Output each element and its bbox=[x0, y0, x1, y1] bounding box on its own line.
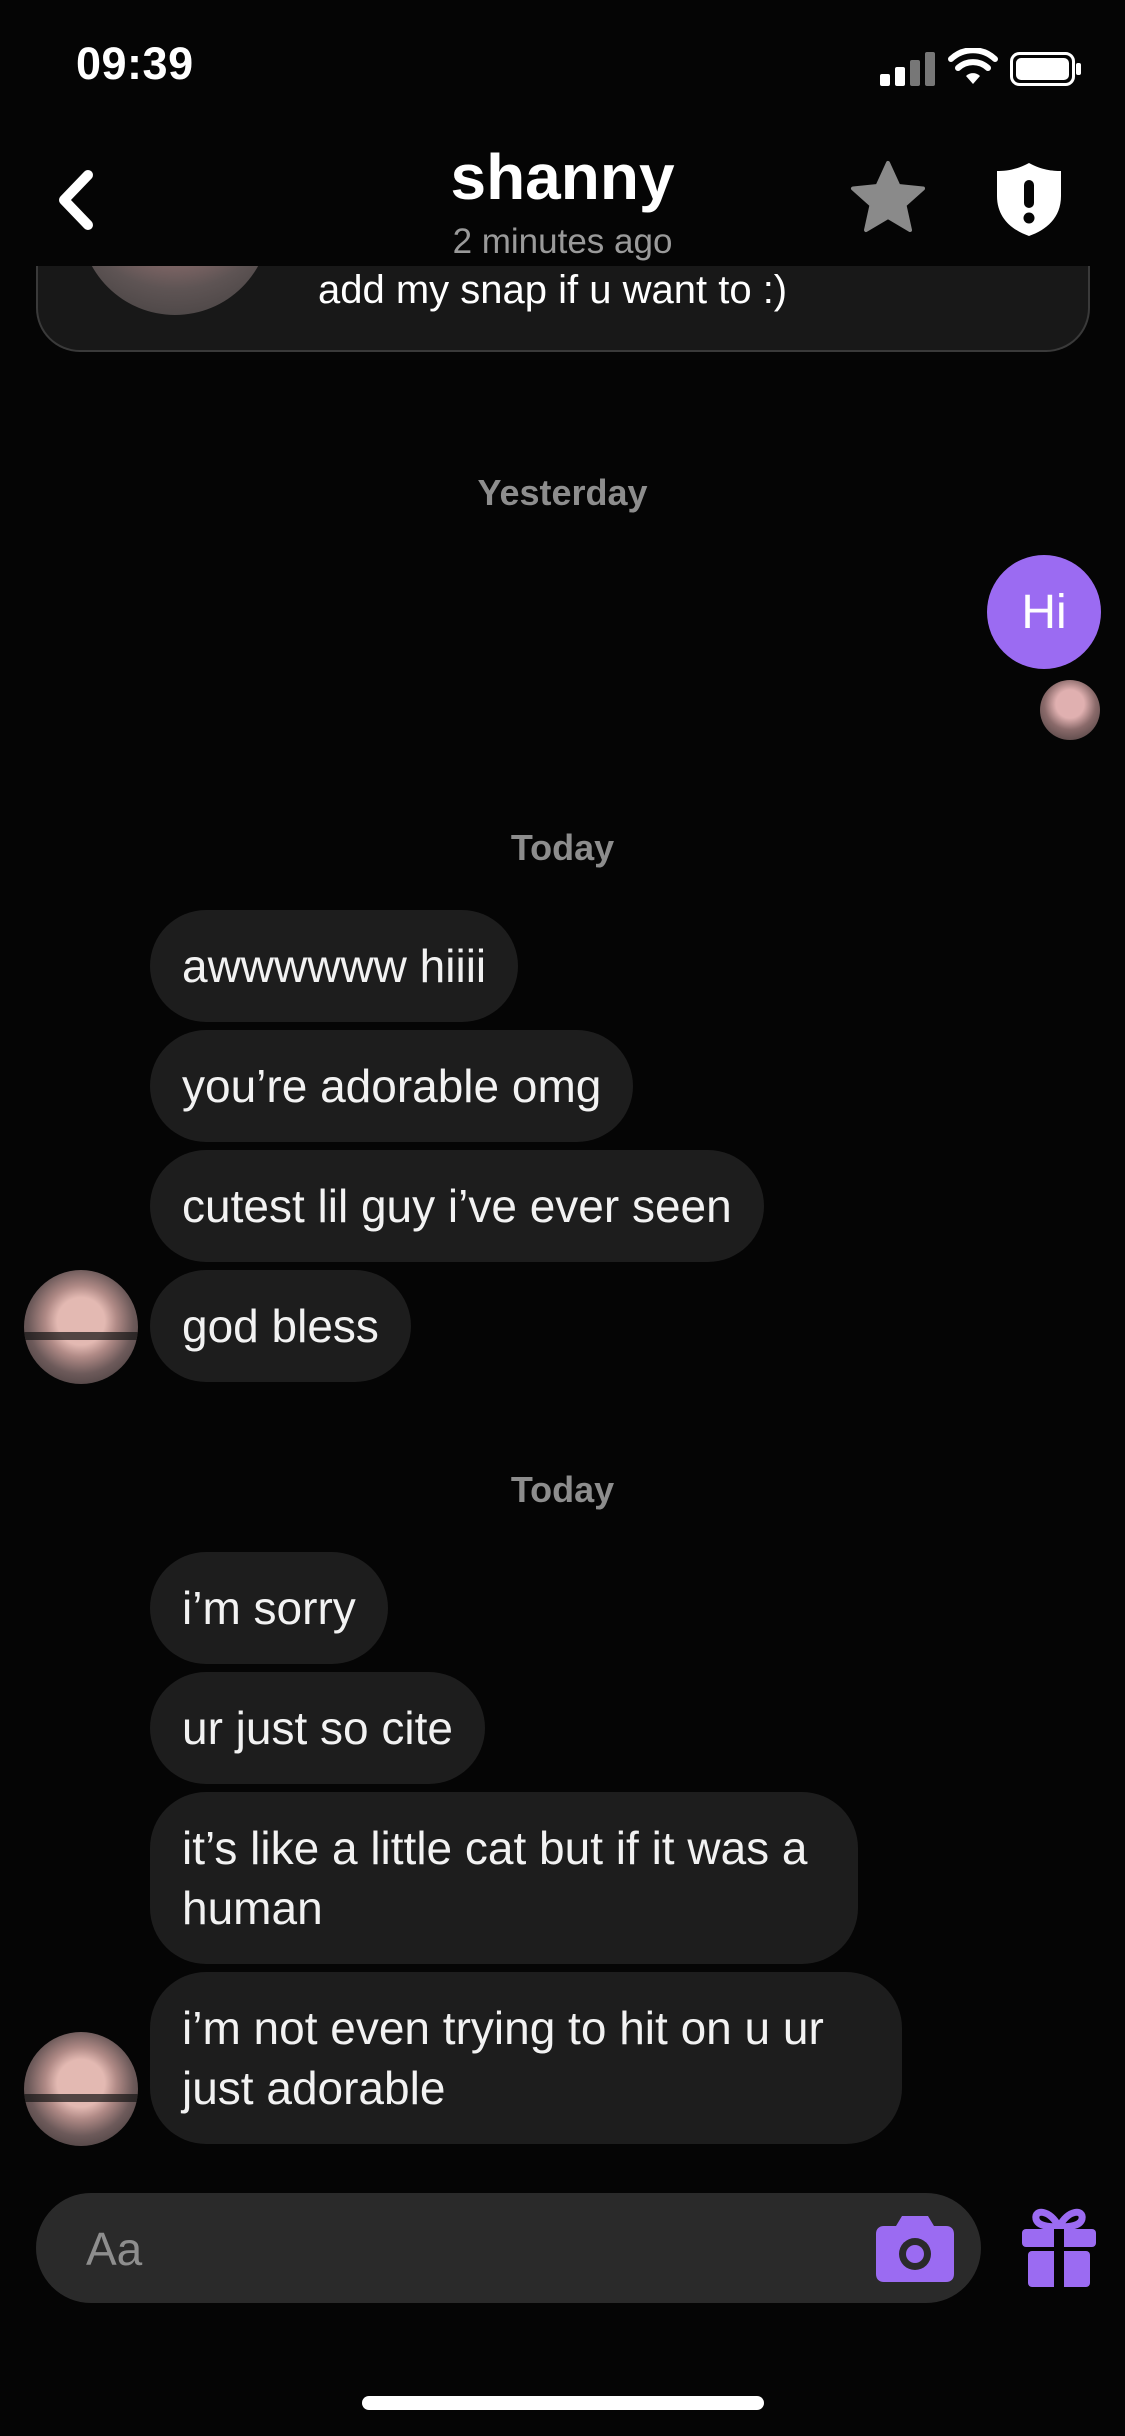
date-separator: Today bbox=[510, 1469, 615, 1510]
battery-icon bbox=[1010, 52, 1081, 86]
incoming-message-bubble[interactable]: cutest lil guy i’ve ever seen bbox=[150, 1150, 764, 1262]
read-receipt-avatar bbox=[1040, 680, 1100, 740]
message-text: awwwwww hiiii bbox=[182, 940, 487, 992]
star-icon[interactable] bbox=[848, 158, 928, 238]
status-time: 09:39 bbox=[76, 38, 194, 89]
message-text: you’re adorable omg bbox=[182, 1060, 602, 1112]
incoming-message-bubble[interactable]: awwwwww hiiii bbox=[150, 910, 519, 1022]
outgoing-message-bubble[interactable]: Hi bbox=[987, 555, 1101, 669]
message-text: it’s like a little cat but if it was a h… bbox=[182, 1822, 808, 1934]
camera-icon[interactable] bbox=[874, 2212, 956, 2284]
message-text: cutest lil guy i’ve ever seen bbox=[182, 1180, 732, 1232]
incoming-message-bubble[interactable]: god bless bbox=[150, 1270, 411, 1382]
date-separator: Yesterday bbox=[477, 472, 648, 513]
message-input[interactable] bbox=[84, 2193, 868, 2305]
incoming-message-bubble[interactable]: i’m sorry bbox=[150, 1552, 388, 1664]
date-separator: Today bbox=[510, 827, 615, 868]
contact-name[interactable]: shanny bbox=[0, 140, 1125, 214]
message-text: Hi bbox=[1021, 585, 1067, 639]
incoming-message-bubble[interactable]: you’re adorable omg bbox=[150, 1030, 634, 1142]
incoming-message-bubble[interactable]: ur just so cite bbox=[150, 1672, 485, 1784]
message-composer bbox=[36, 2193, 981, 2305]
home-indicator[interactable] bbox=[362, 2396, 764, 2410]
bio-text: add my snap if u want to :) bbox=[318, 268, 788, 312]
message-text: i’m not even trying to hit on u ur just … bbox=[182, 2002, 824, 2114]
incoming-message-bubble[interactable]: it’s like a little cat but if it was a h… bbox=[150, 1792, 858, 1964]
contact-avatar[interactable] bbox=[24, 2032, 138, 2146]
message-text: god bless bbox=[182, 1300, 379, 1352]
shield-alert-icon[interactable] bbox=[994, 160, 1064, 238]
message-text: i’m sorry bbox=[182, 1582, 356, 1634]
wifi-icon bbox=[948, 48, 998, 84]
gift-icon[interactable] bbox=[1020, 2205, 1098, 2289]
contact-avatar[interactable] bbox=[24, 1270, 138, 1384]
cellular-signal-icon bbox=[880, 52, 935, 86]
message-text: ur just so cite bbox=[182, 1702, 453, 1754]
incoming-message-bubble[interactable]: i’m not even trying to hit on u ur just … bbox=[150, 1972, 902, 2144]
last-active-status: 2 minutes ago bbox=[452, 222, 673, 261]
